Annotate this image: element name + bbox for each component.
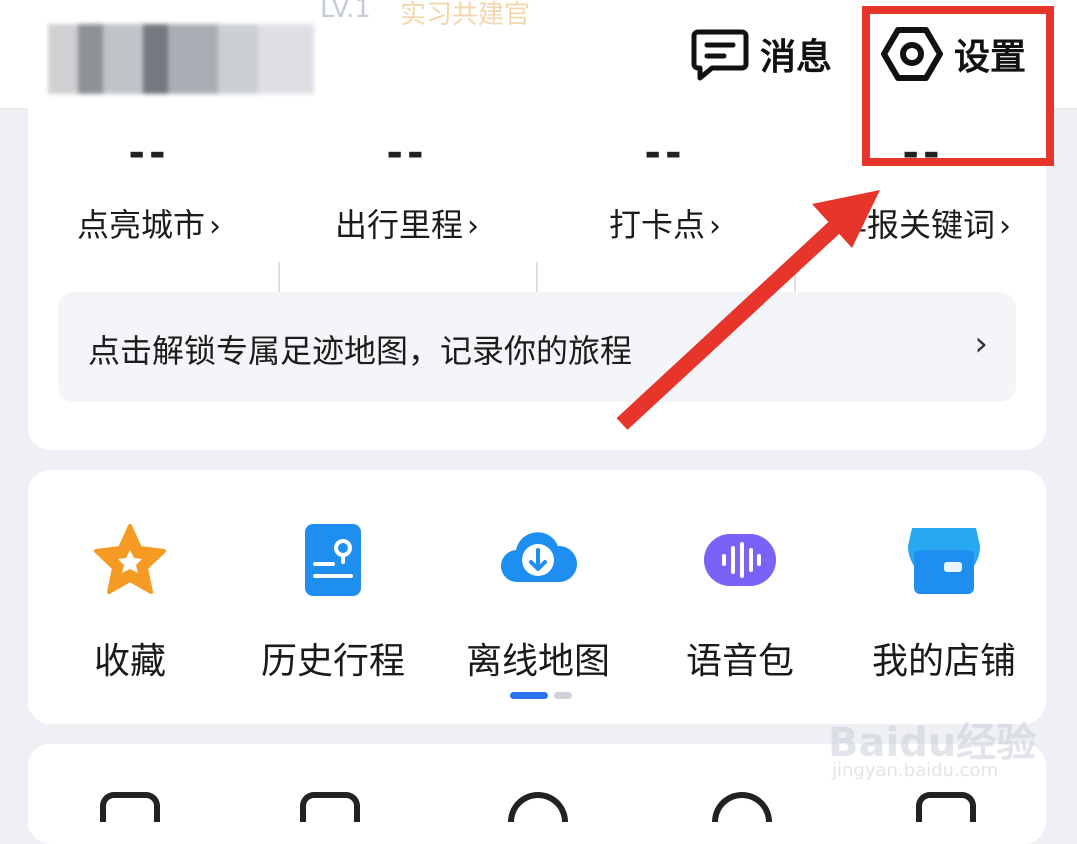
- watermark: Baidu经验 jingyan.baidu.com: [828, 700, 1068, 790]
- watermark-sub: jingyan.baidu.com: [832, 760, 999, 781]
- annotation-arrow-icon: [616, 190, 880, 430]
